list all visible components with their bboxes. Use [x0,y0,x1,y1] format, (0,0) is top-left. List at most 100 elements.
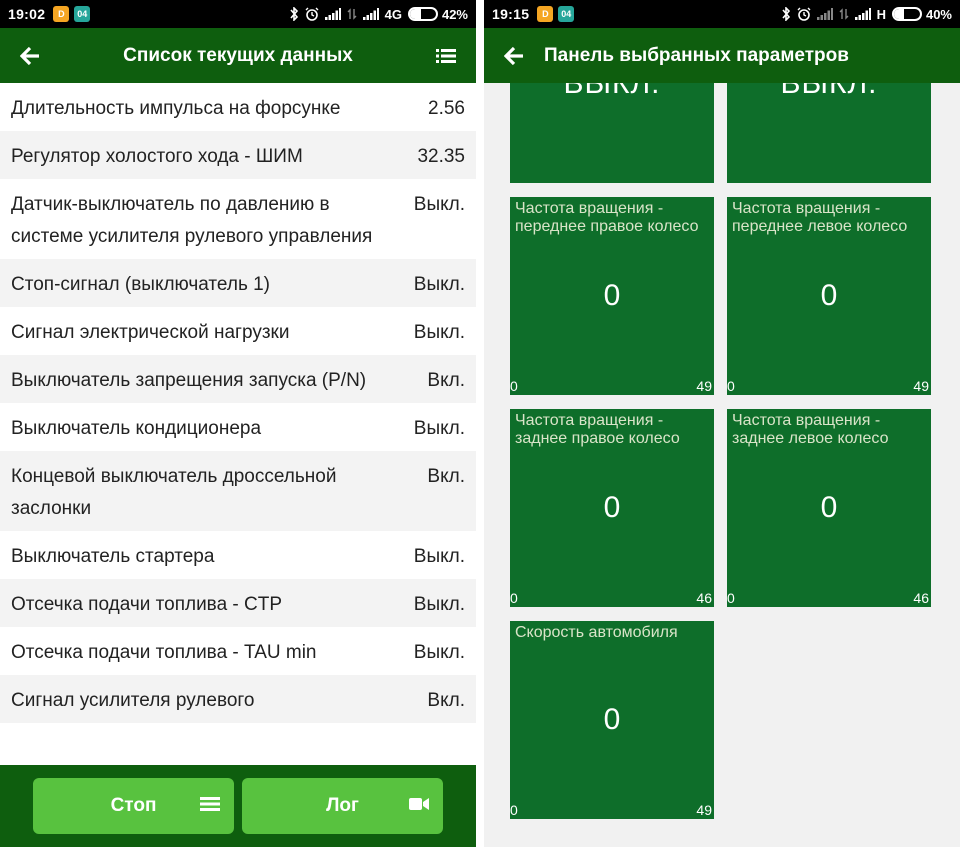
parameter-name: Стоп-сигнал (выключатель 1) [11,274,271,295]
app-bar: Список текущих данных [0,28,476,83]
parameter-tile[interactable]: Частота вращения - заднее левое колесо 0… [727,409,931,607]
stop-button[interactable]: Стоп [33,778,234,834]
back-arrow-icon [504,46,523,65]
tile-label: Частота вращения - заднее правое колесо [515,412,680,447]
current-data-screen: 19:02 D 04 4G 42% Список текущих данных … [0,0,476,847]
menu-icon [200,797,220,811]
battery-indicator: 42% [407,6,468,22]
data-transfer-icon [839,8,849,20]
list-item[interactable]: Сигнал усилителя рулевого Вкл. [0,675,476,723]
log-button[interactable]: Лог [242,778,443,834]
page-title: Панель выбранных параметров [544,44,849,66]
tile-value: 0 [820,279,838,312]
list-item[interactable]: Датчик-выключатель по давлению в системе… [0,179,476,259]
list-item[interactable]: Отсечка подачи топлива - CTP Выкл. [0,579,476,627]
parameter-tile[interactable]: Частота вращения - заднее правое колесо … [510,409,714,607]
parameter-name: Выключатель кондиционера [11,418,262,439]
tile-min: 0 [510,802,518,818]
parameter-name: Выключатель стартера [11,546,215,567]
parameter-value: Выкл. [413,322,465,343]
battery-icon [891,7,922,21]
battery-percent: 42% [441,6,468,22]
page-title: Список текущих данных [123,44,353,66]
status-time: 19:15 [492,6,530,22]
parameter-list[interactable]: Длительность импульса на форсунке 2.56 Рег… [0,83,476,765]
parameter-value: Выкл. [413,546,465,567]
tile-value: ВЫКЛ. [563,83,661,100]
list-item[interactable]: Отсечка подачи топлива - TAU min Выкл. [0,627,476,675]
notification-icon: D [537,6,554,22]
parameter-value: Выкл. [413,642,465,663]
list-item[interactable]: Выключатель запрещения запуска (P/N) Вкл. [0,355,476,403]
list-view-button[interactable] [416,48,476,64]
back-button[interactable] [0,46,60,65]
tile-max: 49 [696,378,712,394]
network-type: H [876,6,886,22]
tile-label: Частота вращения - переднее левое колесо [732,200,908,235]
parameter-tile[interactable]: ВЫКЛ. [510,83,714,183]
list-item[interactable]: Сигнал электрической нагрузки Выкл. [0,307,476,355]
parameter-name: Выключатель запрещения запуска (P/N) [11,370,367,391]
parameter-name: Сигнал усилителя рулевого [11,690,255,711]
list-item[interactable]: Выключатель кондиционера Выкл. [0,403,476,451]
signal-icon [324,8,341,20]
parameter-value: 2.56 [428,98,465,119]
data-transfer-icon [347,8,357,20]
battery-icon [407,7,438,21]
notification-badge-icon: 04 [558,6,575,22]
parameter-name: Отсечка подачи топлива - CTP [11,594,283,615]
battery-percent: 40% [925,6,952,22]
list-item[interactable]: Концевой выключатель дроссельной заслонк… [0,451,476,531]
parameter-dashboard[interactable]: ВЫКЛ. ВЫКЛ. Частота вращения - переднее … [484,83,960,847]
parameter-name: Отсечка подачи топлива - TAU min [11,642,317,663]
parameter-tile[interactable]: Частота вращения - переднее правое колес… [510,197,714,395]
battery-indicator: 40% [891,6,952,22]
tile-min: 0 [510,378,518,394]
tile-min: 0 [727,378,735,394]
bluetooth-icon [781,7,790,21]
alarm-icon [797,7,811,21]
stop-button-label: Стоп [110,795,157,816]
screen-divider [476,0,484,847]
parameter-value: Выкл. [413,194,465,215]
signal-icon [816,8,833,20]
tile-label: Частота вращения - переднее правое колес… [515,200,699,235]
parameter-value: Выкл. [413,594,465,615]
tile-max: 46 [913,590,929,606]
parameter-value: Вкл. [427,466,465,487]
signal-icon [362,8,379,20]
parameter-tile[interactable]: Частота вращения - переднее левое колесо… [727,197,931,395]
list-item[interactable]: Длительность импульса на форсунке 2.56 [0,83,476,131]
tile-max: 49 [913,378,929,394]
tile-max: 49 [696,802,712,818]
parameter-name: Длительность импульса на форсунке [11,98,341,119]
list-item[interactable]: Стоп-сигнал (выключатель 1) Выкл. [0,259,476,307]
status-time: 19:02 [8,6,46,22]
tile-min: 0 [510,590,518,606]
list-item[interactable]: Регулятор холостого хода - ШИМ 32.35 [0,131,476,179]
tile-label: Скорость автомобиля [515,624,678,641]
status-bar: 19:02 D 04 4G 42% [0,0,476,28]
selected-parameters-screen: 19:15 D 04 H 40% Панель выбранных параме… [484,0,960,847]
list-icon [436,48,456,63]
parameter-tile[interactable]: ВЫКЛ. [727,83,931,183]
video-camera-icon [409,798,429,810]
parameter-name: Сигнал электрической нагрузки [11,322,290,343]
parameter-name: Датчик-выключатель по давлению в системе… [11,194,373,247]
tile-value: 0 [603,279,621,312]
list-item[interactable]: Выключатель стартера Выкл. [0,531,476,579]
notification-icon: D [53,6,70,22]
tile-value: 0 [603,491,621,524]
tile-label: Частота вращения - заднее левое колесо [732,412,889,447]
tile-value: ВЫКЛ. [780,83,878,100]
parameter-value: Вкл. [427,370,465,391]
parameter-tile[interactable]: Скорость автомобиля 0 0 49 [510,621,714,819]
parameter-value: Вкл. [427,690,465,711]
alarm-icon [305,7,319,21]
parameter-value: Выкл. [413,418,465,439]
signal-icon [854,8,871,20]
parameter-name: Концевой выключатель дроссельной заслонк… [11,466,337,519]
parameter-value: 32.35 [417,146,465,167]
back-button[interactable] [484,46,544,65]
tile-value: 0 [603,703,621,736]
